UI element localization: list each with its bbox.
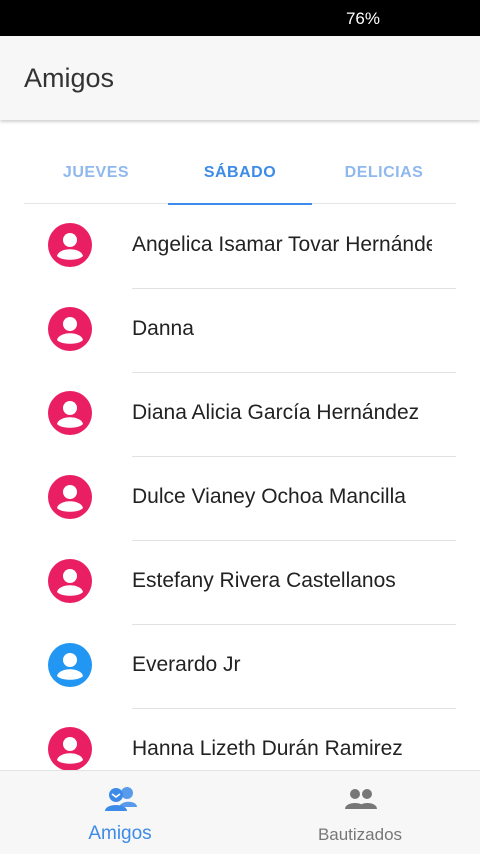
tab-jueves[interactable]: JUEVES — [24, 142, 168, 204]
nav-amigos-label: Amigos — [88, 823, 152, 844]
friend-name: Dulce Vianey Ochoa Mancilla — [132, 485, 406, 508]
tab-bar: JUEVES SÁBADO DELICIAS — [24, 142, 456, 205]
friends-chat-icon — [105, 787, 137, 811]
battery-level: 76% — [345, 9, 380, 28]
people-icon — [345, 789, 377, 809]
account-circle-icon — [48, 223, 92, 267]
friend-name: Everardo Jr — [132, 653, 241, 676]
nav-bautizados-label: Bautizados — [317, 825, 403, 844]
friend-name: Angelica Isamar Tovar Hernández — [132, 233, 432, 256]
list-item[interactable]: Everardo Jr — [24, 625, 456, 709]
friend-name: Diana Alicia García Hernández — [132, 401, 420, 424]
list-item[interactable]: Angelica Isamar Tovar Hernández — [24, 205, 456, 289]
friend-name: Danna — [132, 317, 194, 340]
account-circle-icon — [48, 391, 92, 435]
nav-bautizados[interactable]: Bautizados — [240, 771, 480, 854]
account-circle-icon — [48, 643, 92, 687]
account-circle-icon — [48, 475, 92, 519]
friend-name: Estefany Rivera Castellanos — [132, 569, 396, 592]
list-item[interactable]: Dulce Vianey Ochoa Mancilla — [24, 457, 456, 541]
list-item[interactable]: Danna — [24, 289, 456, 373]
account-circle-icon — [48, 307, 92, 351]
list-item[interactable]: Hanna Lizeth Durán Ramirez — [24, 709, 456, 771]
tab-delicias[interactable]: DELICIAS — [312, 142, 456, 204]
account-circle-icon — [48, 559, 92, 603]
friend-list[interactable]: Angelica Isamar Tovar Hernández Danna Dian… — [24, 205, 456, 771]
bottom-navigation: Amigos Bautizados — [0, 770, 480, 854]
app-bar: Amigos — [0, 36, 480, 120]
list-item[interactable]: Estefany Rivera Castellanos — [24, 541, 456, 625]
list-item[interactable]: Diana Alicia García Hernández — [24, 373, 456, 457]
status-bar: 76% — [0, 0, 480, 36]
friend-name: Hanna Lizeth Durán Ramirez — [132, 737, 403, 760]
page-title: Amigos — [24, 63, 115, 93]
nav-amigos[interactable]: Amigos — [0, 771, 240, 854]
tab-sabado[interactable]: SÁBADO — [168, 142, 312, 205]
account-circle-icon — [48, 727, 92, 771]
